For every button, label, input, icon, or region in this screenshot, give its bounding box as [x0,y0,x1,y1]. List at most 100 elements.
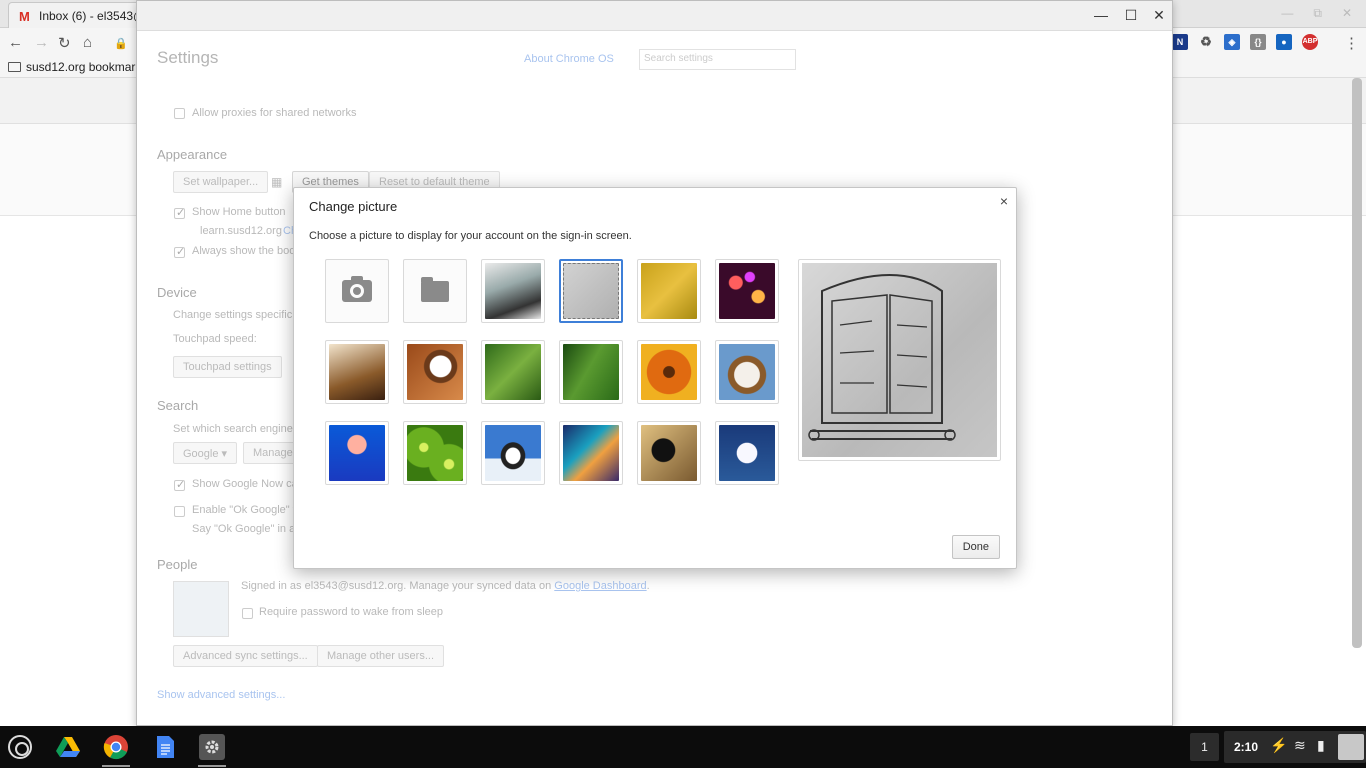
minimize-icon[interactable]: — [1281,6,1293,21]
chrome-browser-icon[interactable] [103,734,129,760]
settings-titlebar: — ☐ ✕ [137,1,1172,31]
search-engine-select[interactable]: Google ▾ [173,442,238,464]
picture-tile-coffee[interactable] [403,340,467,404]
camera-icon [342,276,372,302]
turntable-image [641,425,697,481]
extension-recycle-icon[interactable]: ♻ [1198,34,1214,50]
picture-tile-turntable[interactable] [637,421,701,485]
show-home-checkbox[interactable] [174,206,185,219]
picture-tile-ninja[interactable] [481,259,545,323]
reload-icon[interactable]: ↻ [58,34,71,52]
picture-tile-flower[interactable] [637,340,701,404]
google-docs-icon[interactable] [152,734,178,760]
settings-app-icon[interactable] [199,734,225,760]
preview-window-drawing-image [802,263,997,457]
browser-menu-icon[interactable]: ⋮ [1344,34,1359,52]
dialog-description: Choose a picture to display for your acc… [309,230,632,242]
touchpad-speed-label: Touchpad speed: [173,333,257,345]
extension-diamond-icon[interactable]: ◈ [1224,34,1240,50]
ninja-logo-image [485,263,541,319]
advanced-sync-button[interactable]: Advanced sync settings... [173,645,318,667]
frog-image [563,344,619,400]
picture-tile-white-flower[interactable] [715,421,779,485]
appearance-heading: Appearance [157,147,228,162]
search-heading: Search [157,398,199,413]
take-photo-tile[interactable] [325,259,389,323]
notifications-off-icon: ⚡ [1270,737,1288,753]
coffee-cup-image [407,344,463,400]
maximize-icon[interactable]: ☐ [1123,7,1139,24]
extension-dot-icon[interactable]: ● [1276,34,1292,50]
avatar[interactable] [173,581,229,637]
picture-tile-chess[interactable] [325,340,389,404]
set-wallpaper-button[interactable]: Set wallpaper... [173,171,269,193]
forward-icon[interactable]: → [34,34,49,51]
abstract-art-image [563,425,619,481]
signed-in-period: . [646,580,650,592]
picture-tile-jellyfish[interactable] [325,421,389,485]
device-description: Change settings specific [173,309,293,321]
touchpad-settings-button[interactable]: Touchpad settings [173,356,282,378]
white-flower-image [719,425,775,481]
change-picture-dialog: Change picture × Choose a picture to dis… [293,187,1017,569]
back-icon[interactable]: ← [8,34,23,51]
picture-tile-window-drawing[interactable] [559,259,623,323]
os-shelf: 1 2:10 ⚡ ≋ ▮ [0,726,1366,768]
show-bookmarks-label: Always show the boo [192,245,296,257]
show-bookmarks-checkbox[interactable] [174,245,185,258]
dragonfly-image [485,344,541,400]
require-password-label: Require password to wake from sleep [259,606,444,618]
manage-other-users-button[interactable]: Manage other users... [317,645,445,667]
google-dashboard-link[interactable]: Google Dashboard [554,580,646,592]
launcher-icon[interactable] [8,735,32,759]
close-icon[interactable]: ✕ [1342,6,1352,21]
search-settings-input[interactable]: Search settings [639,49,796,70]
picture-tile-frog[interactable] [559,340,623,404]
picture-tile-penguin[interactable] [481,421,545,485]
maximize-icon[interactable]: ⧉ [1313,6,1322,21]
allow-proxies-label: Allow proxies for shared networks [192,107,357,119]
home-icon[interactable]: ⌂ [83,34,92,51]
show-advanced-link[interactable]: Show advanced settings... [157,689,285,701]
window-drawing-image [563,263,619,319]
folder-icon [8,62,21,72]
window-sketch-graphic [808,274,956,441]
choose-file-tile[interactable] [403,259,467,323]
search-engine-value: Google [183,448,219,460]
chrome-running-indicator [102,765,130,767]
picture-tile-dog[interactable] [715,340,779,404]
extension-braces-icon[interactable]: {} [1250,34,1266,50]
dialog-close-icon[interactable]: × [1000,193,1008,209]
signed-in-label: Signed in as el3543@susd12.org. Manage y… [241,580,552,592]
bookmark-label: susd12.org bookmarks [26,60,148,74]
page-scrollbar[interactable] [1352,78,1362,648]
show-home-label: Show Home button [192,206,286,218]
minimize-icon[interactable]: — [1093,7,1109,23]
tab-title: Inbox (6) - el3543@s [39,8,152,23]
dialog-title: Change picture [309,199,398,214]
bookmark-folder[interactable]: susd12.org bookmarks [8,60,147,74]
status-tray[interactable]: 2:10 ⚡ ≋ ▮ [1224,731,1366,763]
adblock-plus-icon[interactable]: ABP [1302,34,1318,50]
close-icon[interactable]: ✕ [1151,7,1167,24]
notification-count-badge[interactable]: 1 [1190,733,1219,761]
picture-tile-dragonfly[interactable] [481,340,545,404]
done-button[interactable]: Done [951,535,1000,559]
folder-icon [421,276,449,302]
allow-proxies-checkbox[interactable] [174,108,185,119]
bokeh-lights-image [719,263,775,319]
signed-in-text: Signed in as el3543@susd12.org. Manage y… [241,580,650,592]
battery-icon: ▮ [1317,737,1325,753]
picture-tile-abstract[interactable] [559,421,623,485]
about-chrome-os-link[interactable]: About Chrome OS [524,53,614,65]
picture-tile-bokeh[interactable] [715,259,779,323]
ok-google-checkbox[interactable] [174,506,185,517]
require-password-checkbox[interactable] [242,608,253,619]
picture-tile-kiwi[interactable] [403,421,467,485]
home-url-text: learn.susd12.org [200,225,282,237]
picture-preview [798,259,1001,461]
google-now-checkbox[interactable] [174,478,185,491]
google-drive-icon[interactable] [55,734,81,760]
picture-tile-bicycle[interactable] [637,259,701,323]
extension-n-icon[interactable]: N [1172,34,1188,50]
